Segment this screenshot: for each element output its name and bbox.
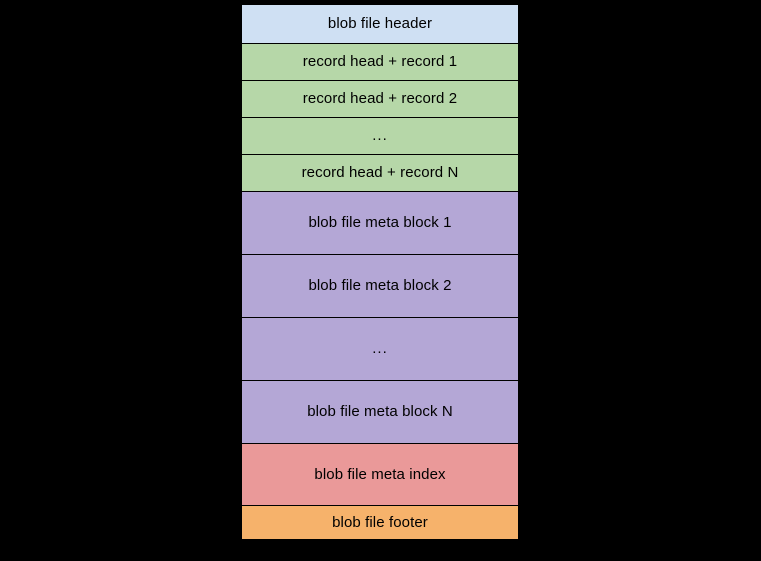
block-label: record head + record N (301, 164, 459, 182)
block-label: blob file meta block 2 (308, 277, 452, 295)
diagram-canvas: blob file header record head + record 1 … (0, 0, 761, 561)
block-meta-block-2[interactable]: blob file meta block 2 (241, 254, 519, 318)
block-record-1[interactable]: record head + record 1 (241, 43, 519, 81)
block-meta-block-1[interactable]: blob file meta block 1 (241, 191, 519, 255)
block-label: blob file meta block N (307, 403, 453, 421)
block-blob-file-header[interactable]: blob file header (241, 4, 519, 44)
block-meta-index[interactable]: blob file meta index (241, 443, 519, 506)
block-label: record head + record 1 (302, 53, 458, 71)
block-record-n[interactable]: record head + record N (241, 154, 519, 192)
block-blob-file-footer[interactable]: blob file footer (241, 505, 519, 540)
block-label: blob file header (327, 15, 433, 33)
block-meta-block-n[interactable]: blob file meta block N (241, 380, 519, 444)
block-label: ... (372, 127, 388, 145)
block-label: ... (372, 340, 388, 358)
blob-file-layout-diagram: blob file header record head + record 1 … (241, 4, 519, 540)
block-label: blob file meta block 1 (308, 214, 452, 232)
block-label: blob file meta index (314, 465, 446, 483)
block-label: blob file footer (332, 513, 428, 531)
block-label: record head + record 2 (302, 90, 458, 108)
block-meta-block-ellipsis[interactable]: ... (241, 317, 519, 381)
block-record-2[interactable]: record head + record 2 (241, 80, 519, 118)
block-record-ellipsis[interactable]: ... (241, 117, 519, 155)
